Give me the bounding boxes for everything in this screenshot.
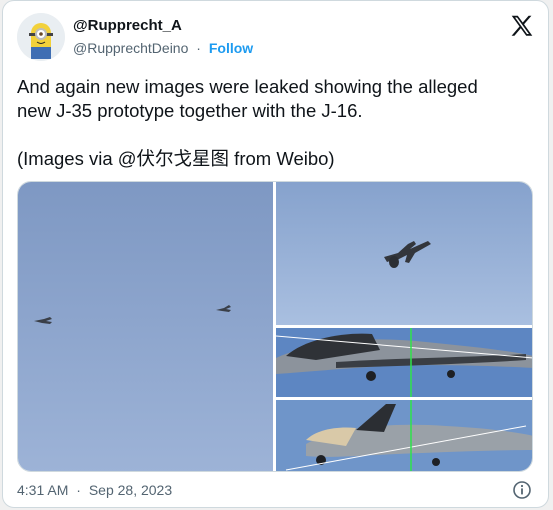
media-image-top-right[interactable] (276, 182, 532, 325)
follow-button[interactable]: Follow (209, 40, 253, 56)
tweet-line: new J-35 prototype together with the J-1… (17, 100, 363, 121)
info-icon[interactable] (512, 480, 532, 500)
media-image-mid-right[interactable] (276, 328, 532, 397)
timestamp[interactable]: 4:31 AM · Sep 28, 2023 (17, 482, 172, 498)
tweet-time: 4:31 AM (17, 482, 69, 498)
author-handle[interactable]: @RupprechtDeino (73, 40, 188, 56)
media-image-bottom-right[interactable] (276, 400, 532, 471)
avatar[interactable] (17, 13, 65, 61)
tweet-line: (Images via @伏尔戈星图 from Weibo) (17, 148, 335, 169)
tweet-text: And again new images were leaked showing… (17, 75, 537, 171)
media-grid (17, 181, 533, 472)
tweet-card: @Rupprecht_A @RupprechtDeino · Follow An… (2, 0, 549, 508)
separator-dot: · (196, 40, 201, 56)
x-logo-icon[interactable] (509, 13, 535, 39)
tweet-line: And again new images were leaked showing… (17, 76, 478, 97)
minion-avatar-icon (17, 13, 65, 61)
separator-dot: · (76, 482, 81, 498)
media-image-left[interactable] (18, 182, 273, 471)
tweet-date: Sep 28, 2023 (88, 482, 173, 498)
author-name[interactable]: @Rupprecht_A (73, 17, 182, 34)
handle-line: @RupprechtDeino · Follow (73, 40, 253, 56)
